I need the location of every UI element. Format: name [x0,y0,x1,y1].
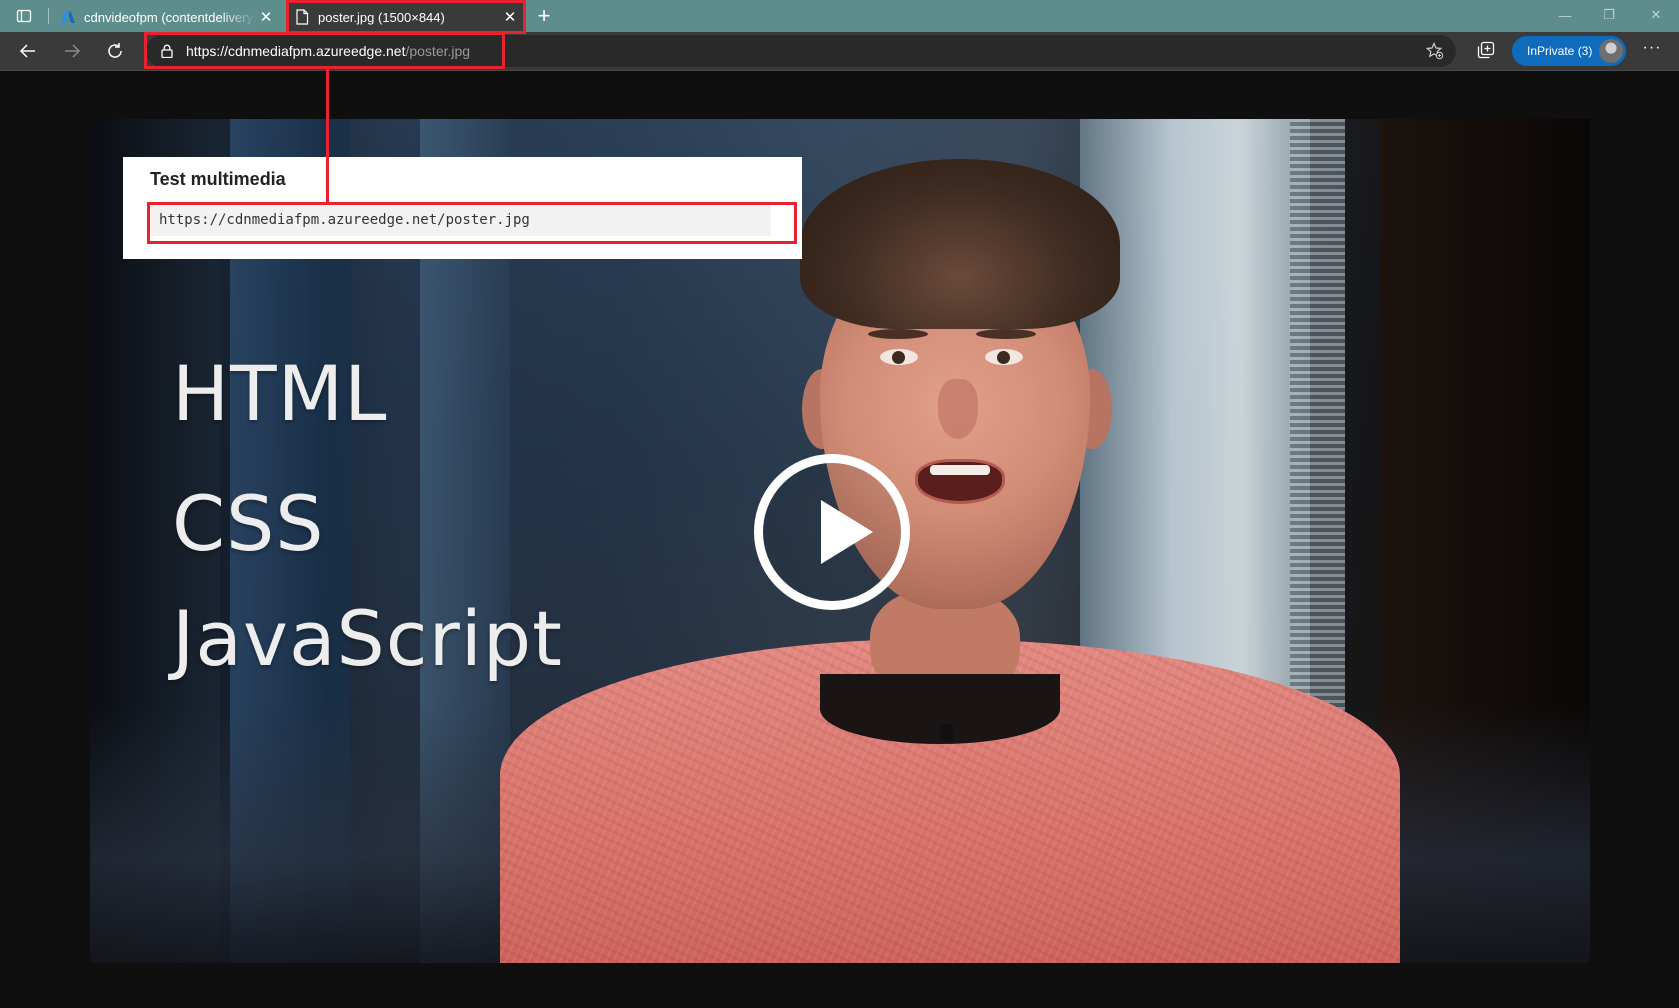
lapel-mic [940,724,954,742]
inprivate-label: InPrivate (3) [1527,44,1593,58]
url-domain: https://cdnmediafpm.azureedge.net [186,43,406,59]
profile-avatar [1599,39,1623,63]
play-icon [754,454,910,610]
close-tab-icon[interactable]: ✕ [256,7,276,27]
tab-label: cdnvideofpm (contentdeliverynetwork) - M… [84,9,256,25]
presenter-eyebrow [976,329,1036,339]
restore-icon[interactable]: ❐ [1594,4,1624,26]
tab-azure-portal[interactable]: cdnvideofpm (contentdeliverynetwork) - M… [52,2,282,32]
refresh-icon[interactable] [102,38,128,64]
tab-strip: cdnvideofpm (contentdeliverynetwork) - M… [0,0,1679,32]
tab-poster-image[interactable]: poster.jpg (1500×844) ✕ [286,2,526,32]
file-icon [294,9,310,25]
add-favorite-icon[interactable] [1425,42,1444,60]
address-bar[interactable]: https://cdnmediafpm.azureedge.net/poster… [146,35,1456,67]
more-options-icon[interactable]: ··· [1642,40,1662,61]
callout-url-field[interactable]: https://cdnmediafpm.azureedge.net/poster… [151,204,771,236]
forward-arrow-icon[interactable] [59,38,85,64]
presenter-eye [985,349,1023,365]
minimize-icon[interactable]: — [1550,4,1580,26]
inprivate-button[interactable]: InPrivate (3) [1512,36,1626,66]
poster-word-css: CSS [172,479,325,568]
presenter-nose [938,379,978,439]
close-window-icon[interactable]: ✕ [1641,4,1671,26]
url-path: /poster.jpg [405,43,471,59]
browser-toolbar: https://cdnmediafpm.azureedge.net/poster… [0,32,1679,71]
poster-word-html: HTML [172,349,388,438]
back-arrow-icon[interactable] [15,38,41,64]
presenter-mouth [915,459,1005,504]
azure-logo-icon [60,9,76,25]
presenter-eyebrow [868,329,928,339]
tab-label: poster.jpg (1500×844) [318,9,445,25]
test-multimedia-callout: Test multimedia https://cdnmediafpm.azur… [123,157,802,259]
highlight-connector-line [326,69,329,203]
url-text[interactable]: https://cdnmediafpm.azureedge.net/poster… [186,43,470,59]
poster-word-javascript: JavaScript [172,594,563,683]
presenter-hair [800,159,1120,329]
presenter-eye [880,349,918,365]
callout-title: Test multimedia [150,169,286,189]
tab-actions-icon[interactable] [10,6,38,26]
close-tab-icon[interactable]: ✕ [500,7,520,27]
new-tab-icon[interactable]: + [532,4,556,28]
tab-separator [48,8,49,24]
lock-icon[interactable] [160,44,174,59]
collections-icon[interactable] [1476,40,1498,62]
